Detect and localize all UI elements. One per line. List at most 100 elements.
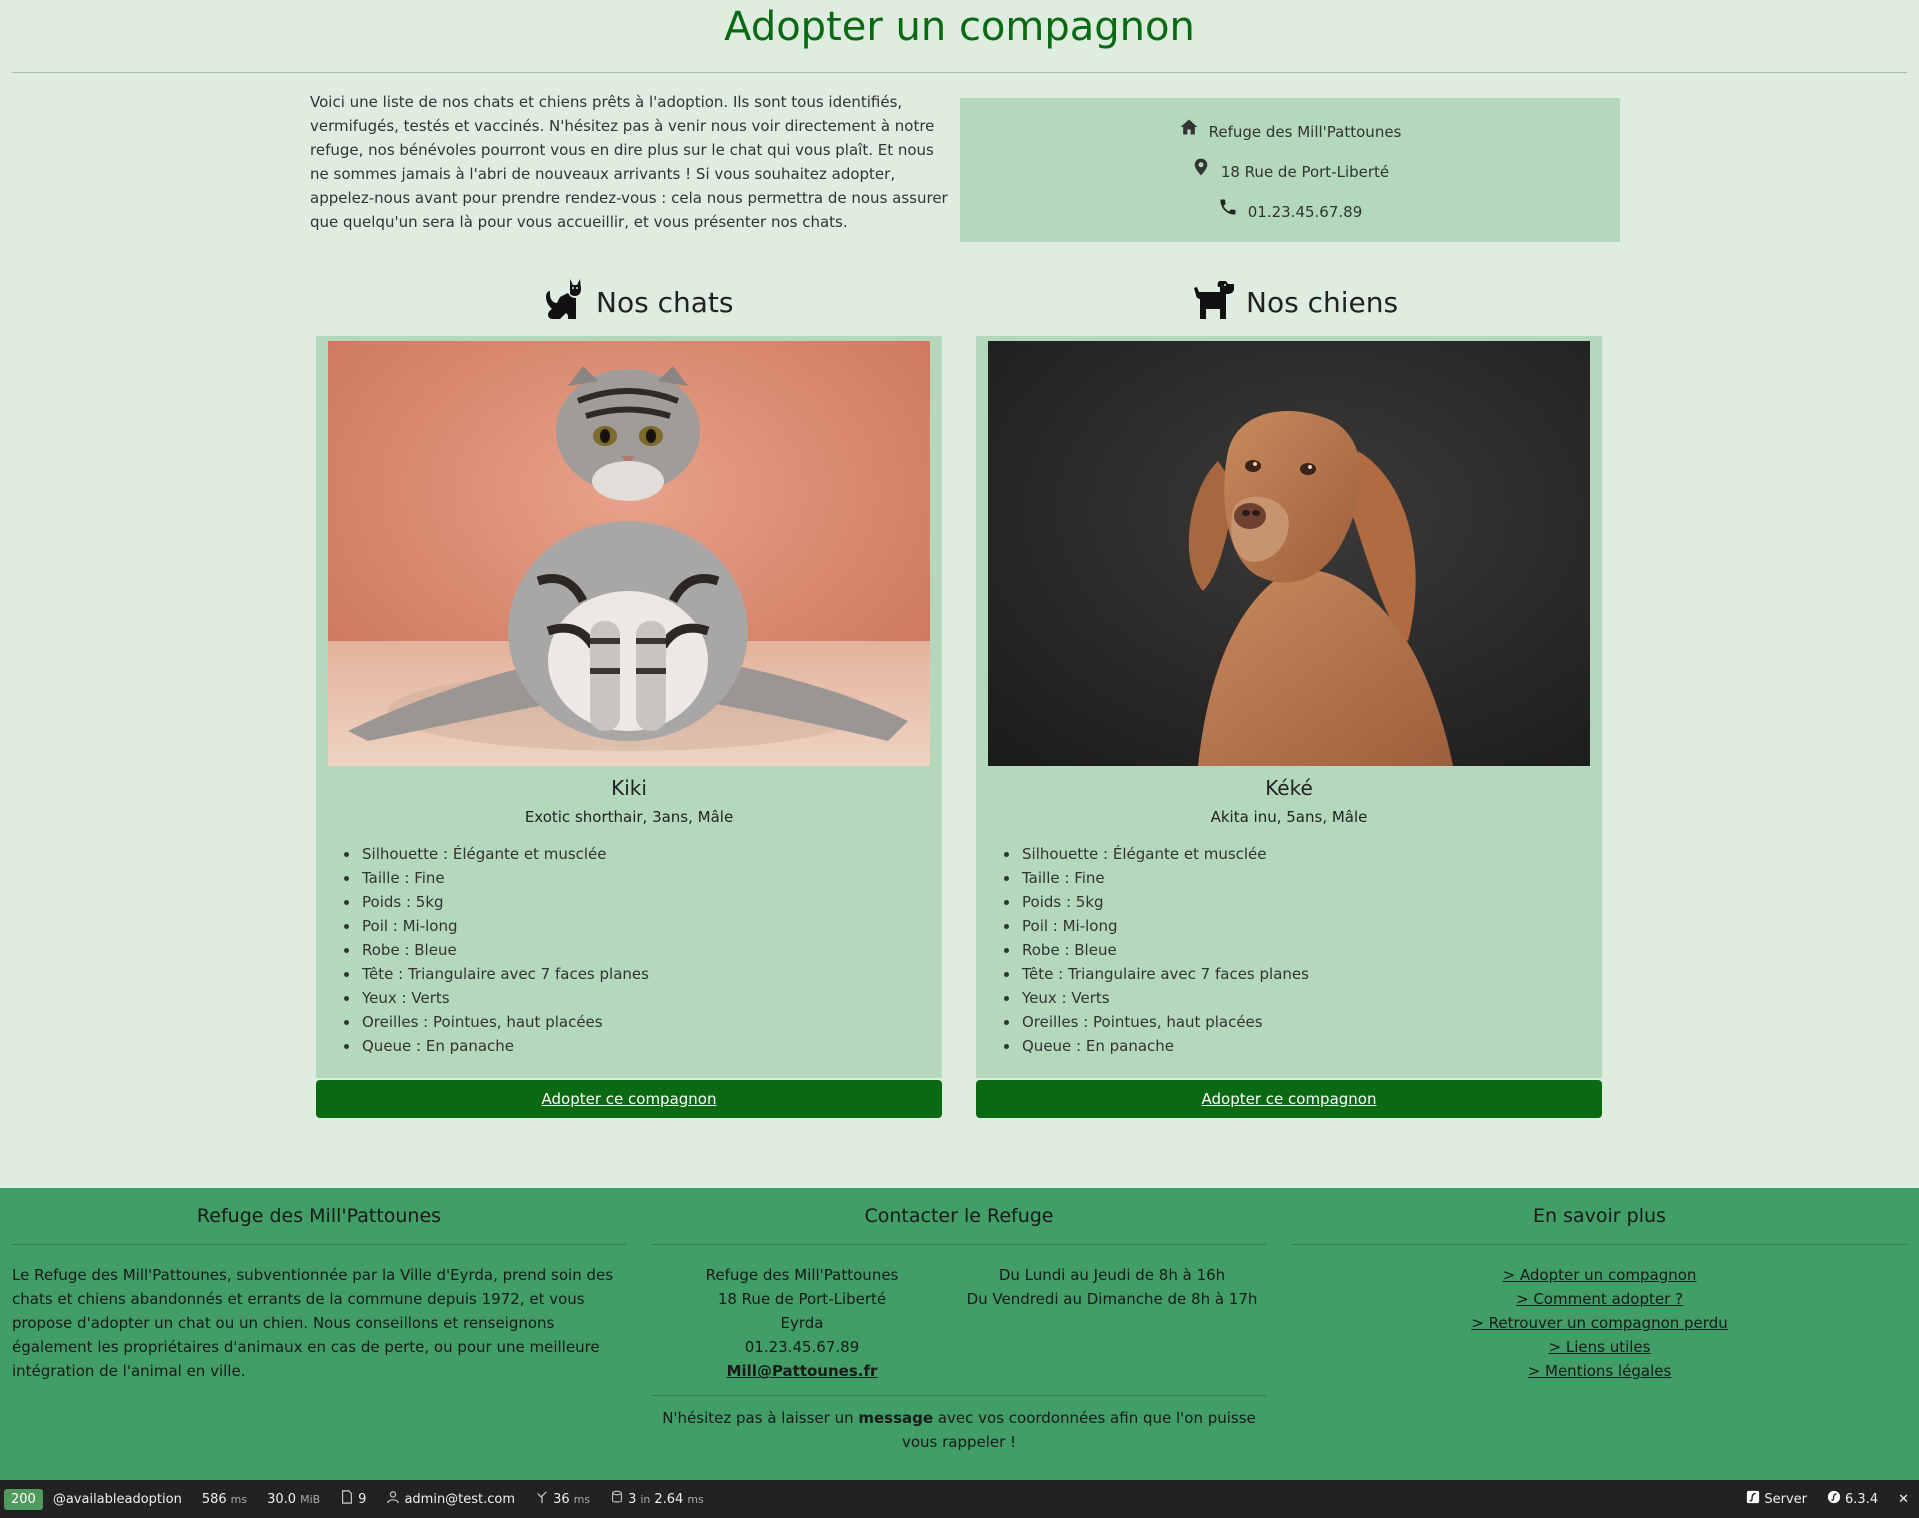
debug-user[interactable]: admin@test.com — [376, 1480, 525, 1518]
cat-traits: Silhouette : Élégante et musclée Taille … — [348, 842, 649, 1058]
contact-phone: 01.23.45.67.89 — [744, 1338, 860, 1356]
trait-item: Poids : 5kg — [360, 890, 649, 914]
cat-name: Kiki — [611, 776, 647, 800]
cat-card: Kiki Exotic shorthair, 3ans, Mâle Silhou… — [316, 336, 942, 1078]
contact-hours-block: Du Lundi au Jeudi de 8h à 16h Du Vendred… — [952, 1263, 1272, 1311]
hours-weekday: Du Lundi au Jeudi de 8h à 16h — [998, 1266, 1226, 1284]
symfony-logo-icon — [1827, 1490, 1841, 1508]
footer-more-title: En savoir plus — [1533, 1205, 1666, 1227]
contact-address: 18 Rue de Port-Liberté — [717, 1290, 887, 1308]
trait-item: Silhouette : Élégante et musclée — [1020, 842, 1309, 866]
debug-db-time: 2.64 — [654, 1491, 684, 1507]
debug-version-label: 6.3.4 — [1845, 1491, 1879, 1507]
cat-photo — [328, 341, 930, 766]
trait-item: Poil : Mi-long — [360, 914, 649, 938]
refuge-info-box: Refuge des Mill'Pattounes 18 Rue de Port… — [960, 98, 1620, 242]
debug-memory-value: 30.0 — [267, 1491, 297, 1507]
footer-link-lost-pet[interactable]: > Retrouver un compagnon perdu — [1292, 1311, 1907, 1335]
footer-link-adopt[interactable]: > Adopter un compagnon — [1292, 1263, 1907, 1287]
hours-weekend: Du Vendredi au Dimanche de 8h à 17h — [966, 1290, 1258, 1308]
page-title: Adopter un compagnon — [724, 4, 1195, 50]
dogs-heading-label: Nos chiens — [1246, 285, 1399, 319]
footer-about-title: Refuge des Mill'Pattounes — [196, 1205, 442, 1227]
contact-city: Eyrda — [780, 1314, 824, 1332]
debug-db-in: in — [640, 1492, 651, 1506]
footer-contact: Contacter le Refuge Refuge des Mill'Patt… — [652, 1188, 1266, 1454]
adopt-cat-button[interactable]: Adopter ce compagnon — [316, 1080, 942, 1118]
dog-name: Kéké — [1265, 776, 1313, 800]
debug-route[interactable]: @availableadoption — [43, 1480, 192, 1518]
home-icon — [1179, 112, 1199, 152]
close-toolbar-button[interactable]: ✕ — [1888, 1480, 1919, 1518]
trait-item: Tête : Triangulaire avec 7 faces planes — [360, 962, 649, 986]
dog-card: Kéké Akita inu, 5ans, Mâle Silhouette : … — [976, 336, 1602, 1078]
trait-item: Tête : Triangulaire avec 7 faces planes — [1020, 962, 1309, 986]
footer-about-divider — [12, 1244, 626, 1245]
debug-time-value: 586 — [201, 1491, 227, 1507]
dogs-heading: Nos chiens — [1190, 278, 1398, 326]
debug-memory[interactable]: 30.0 MiB — [257, 1480, 330, 1518]
dog-photo — [988, 341, 1590, 766]
debug-render-value: 36 — [553, 1491, 570, 1507]
cats-heading-label: Nos chats — [596, 285, 734, 319]
trait-item: Queue : En panache — [1020, 1034, 1309, 1058]
debug-toolbar: 200 @availableadoption 586 ms 30.0 MiB 9 a… — [0, 1480, 1919, 1518]
trait-item: Yeux : Verts — [1020, 986, 1309, 1010]
debug-database[interactable]: 3 in 2.64 ms — [600, 1480, 714, 1518]
info-address: 18 Rue de Port-Liberté — [1220, 163, 1390, 181]
cat-subtitle: Exotic shorthair, 3ans, Mâle — [524, 808, 734, 826]
cat-icon — [540, 275, 588, 330]
footer-note-before: N'hésitez pas à laisser un — [662, 1409, 859, 1427]
footer-note: N'hésitez pas à laisser un message avec … — [652, 1406, 1266, 1454]
dog-traits: Silhouette : Élégante et musclée Taille … — [1008, 842, 1309, 1058]
footer-link-how-to-adopt[interactable]: > Comment adopter ? — [1292, 1287, 1907, 1311]
debug-version[interactable]: 6.3.4 — [1817, 1480, 1888, 1518]
trait-item: Poids : 5kg — [1020, 890, 1309, 914]
trait-item: Silhouette : Élégante et musclée — [360, 842, 649, 866]
user-icon — [386, 1490, 400, 1508]
contact-name: Refuge des Mill'Pattounes — [705, 1266, 899, 1284]
debug-templates[interactable]: 9 — [330, 1480, 376, 1518]
contact-email-link[interactable]: Mill@Pattounes.fr — [727, 1362, 878, 1380]
title-divider — [12, 72, 1907, 73]
debug-time-unit: ms — [230, 1492, 248, 1506]
twig-icon — [535, 1490, 549, 1508]
footer-link-useful-links[interactable]: > Liens utiles — [1292, 1335, 1907, 1359]
trait-item: Taille : Fine — [1020, 866, 1309, 890]
dog-icon — [1190, 275, 1238, 330]
debug-time[interactable]: 586 ms — [192, 1480, 257, 1518]
trait-item: Robe : Bleue — [360, 938, 649, 962]
info-name-line: Refuge des Mill'Pattounes — [960, 112, 1620, 152]
intro-text: Voici une liste de nos chats et chiens p… — [310, 93, 948, 231]
database-icon — [610, 1490, 624, 1508]
debug-memory-unit: MiB — [300, 1492, 321, 1506]
contact-address-block: Refuge des Mill'Pattounes 18 Rue de Port… — [652, 1263, 952, 1383]
debug-server-label: Server — [1764, 1491, 1808, 1507]
trait-item: Poil : Mi-long — [1020, 914, 1309, 938]
debug-templates-count: 9 — [358, 1491, 367, 1507]
file-icon — [340, 1490, 354, 1508]
footer-contact-divider — [652, 1244, 1266, 1245]
trait-item: Robe : Bleue — [1020, 938, 1309, 962]
footer-link-legal[interactable]: > Mentions légales — [1292, 1359, 1907, 1383]
footer-about-text: Le Refuge des Mill'Pattounes, subvention… — [12, 1266, 614, 1380]
footer-note-after: avec vos coordonnées afin que l'on puiss… — [901, 1409, 1256, 1451]
info-name: Refuge des Mill'Pattounes — [1208, 123, 1402, 141]
close-icon: ✕ — [1898, 1491, 1909, 1507]
footer-more-divider — [1292, 1244, 1907, 1245]
message-link[interactable]: message — [858, 1409, 933, 1427]
status-badge[interactable]: 200 — [4, 1488, 43, 1510]
debug-db-queries: 3 — [628, 1491, 637, 1507]
footer-links: > Adopter un compagnon > Comment adopter… — [1292, 1263, 1907, 1383]
debug-render-unit: ms — [573, 1492, 591, 1506]
footer-contact-title: Contacter le Refuge — [864, 1205, 1054, 1227]
phone-icon — [1218, 192, 1238, 232]
debug-server[interactable]: Server — [1736, 1480, 1817, 1518]
trait-item: Oreilles : Pointues, haut placées — [1020, 1010, 1309, 1034]
cats-heading: Nos chats — [540, 278, 733, 326]
info-phone: 01.23.45.67.89 — [1247, 203, 1363, 221]
debug-render[interactable]: 36 ms — [525, 1480, 600, 1518]
adopt-dog-button[interactable]: Adopter ce compagnon — [976, 1080, 1602, 1118]
symfony-icon — [1746, 1490, 1760, 1508]
trait-item: Taille : Fine — [360, 866, 649, 890]
